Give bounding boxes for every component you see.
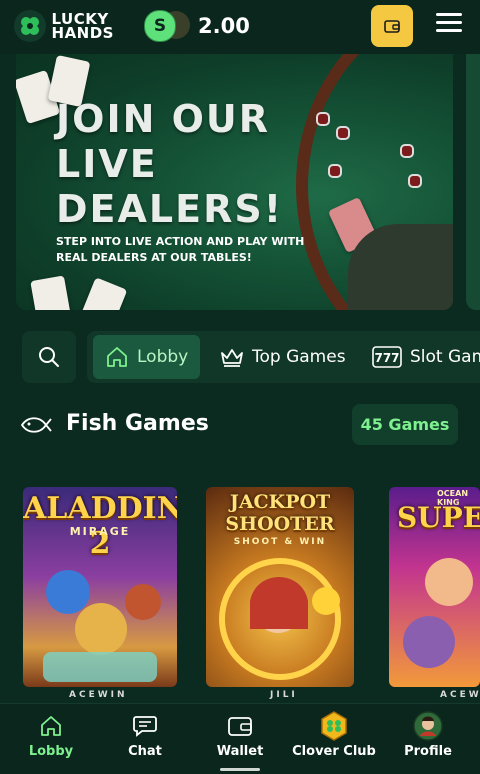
nav-label: Profile [404,744,452,759]
fish-icon [20,414,52,440]
tab-label: Top Games [252,347,346,367]
chip-decoration [336,126,350,140]
games-count-button[interactable]: 45 Games [352,404,458,445]
menu-line [436,21,462,24]
game-tile[interactable]: JACKPOT SHOOTER SHOOT & WIN [206,487,354,687]
game-title: SUPER [397,501,480,534]
tab-lobby[interactable]: Lobby [93,335,201,379]
chip-decoration [408,174,422,188]
game-provider: ACEWIN [69,690,128,700]
home-indicator [220,768,260,771]
playing-card-decoration [78,277,128,310]
game-tile[interactable]: OCEAN KING SUPER [389,487,480,687]
section-title: Fish Games [66,411,209,436]
game-subtitle: SHOOT & WIN [233,537,327,547]
banner-subline: STEP INTO LIVE ACTION AND PLAY WITH REAL… [56,235,305,264]
tab-label: Lobby [137,347,189,367]
tab-top-games[interactable]: Top Games [220,335,346,379]
nav-item-clover-club[interactable]: Clover Club [286,704,382,774]
game-art-icon [219,558,341,680]
balance-amount: 2.00 [198,14,250,38]
chip-decoration [400,144,414,158]
chip-decoration [316,112,330,126]
brand-line-2: HANDS [51,24,114,42]
brand-logo[interactable]: LUCKY HANDS [14,9,114,43]
home-icon [39,712,63,740]
nav-item-profile[interactable]: Profile [380,704,476,774]
tab-label: Slot Gam [410,347,480,367]
game-provider: JILI [270,690,298,700]
hamburger-menu-button[interactable] [436,13,462,37]
next-banner-peek[interactable] [466,54,480,310]
dealer-decoration [348,224,453,310]
nav-item-wallet[interactable]: Wallet [192,704,288,774]
avatar-icon [413,711,443,741]
category-tabs: Lobby Top Games 777 Slot Gam [87,331,480,383]
game-art-icon [43,570,161,682]
chat-icon [132,712,158,740]
chip-decoration [328,164,342,178]
menu-line [436,29,462,32]
brand-name: LUCKY HANDS [51,12,114,42]
nav-label: Chat [128,744,162,759]
balance-display[interactable]: S 2.00 [144,10,250,42]
wallet-icon [384,20,400,33]
game-title: JACKPOT SHOOTER [225,491,335,535]
wallet-icon [227,712,253,740]
clover-badge-icon [319,711,349,741]
home-icon [105,346,129,368]
search-button[interactable] [22,331,76,383]
bottom-navigation: Lobby Chat Wallet Clover Club Profile [0,703,480,774]
svg-text:777: 777 [374,351,399,365]
coin-icon: S [144,10,192,42]
nav-label: Wallet [216,744,264,759]
nav-item-lobby[interactable]: Lobby [3,704,99,774]
clover-logo-icon [14,10,46,42]
banner-headline: JOIN OUR LIVE DEALERS! [56,97,284,231]
nav-label: Lobby [28,744,74,759]
search-icon [39,347,59,367]
playing-card-decoration [30,275,72,310]
game-provider: ACEW [440,690,480,700]
777-icon: 777 [372,346,402,368]
crown-icon [220,347,244,367]
promo-banner[interactable]: JOIN OUR LIVE DEALERS! STEP INTO LIVE AC… [16,54,453,310]
wallet-button[interactable] [371,5,413,47]
game-tile[interactable]: ALADDIN 2 MIRAGE [23,487,177,687]
top-header: LUCKY HANDS S 2.00 [0,0,480,54]
tab-slot-games[interactable]: 777 Slot Gam [372,335,480,379]
game-art-icon [403,558,473,668]
sweeps-coin: S [144,10,176,42]
nav-label: Clover Club [292,744,376,759]
nav-item-chat[interactable]: Chat [97,704,193,774]
menu-line [436,13,462,16]
